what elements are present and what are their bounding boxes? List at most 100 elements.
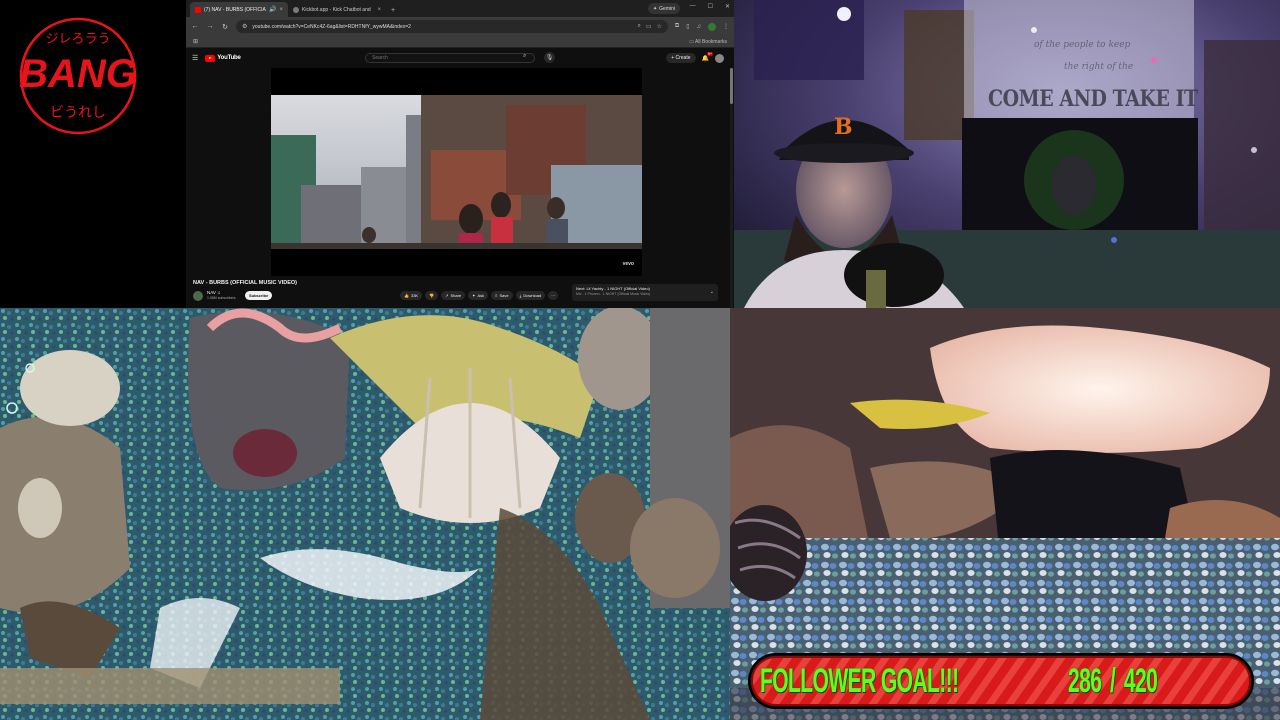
tab-youtube[interactable]: (7) NAV - BURBS (OFFICIAL 🔊 × [190,2,288,17]
notifications-bell-icon[interactable]: 🔔 9+ [702,51,713,62]
like-count: 33K [410,293,419,298]
follower-goal-widget: FOLLOWER GOAL!!! 286 / 420 [748,653,1254,709]
search-input[interactable]: Search [365,53,535,63]
download-label: Download [523,293,542,298]
back-icon[interactable]: ← [191,23,199,30]
sidepanel-icon[interactable]: ▯ [686,23,689,30]
vevo-watermark: vevo [622,261,634,267]
profile-avatar[interactable] [708,22,716,31]
youtube-logo-text: YouTube [217,55,241,61]
share-label: Share [450,293,462,298]
address-bar[interactable]: ⚙ youtube.com/watch?v=CeNKc4Z-6ag&list=R… [236,20,668,33]
logo-top-script: ジレろラう [45,32,110,47]
close-window-icon[interactable]: ✕ [725,3,730,10]
audio-icon[interactable]: 🔊 [269,6,276,13]
aquarium-scene-left [0,308,730,720]
youtube-favicon-icon [195,6,201,13]
tab-label: Kickbot.app - Kick Chatbot and [302,6,371,13]
new-tab-icon[interactable]: + [391,7,395,14]
gemini-button[interactable]: ✦ Gemini [647,3,680,14]
logo-panel: ジレろラう BANG ビうれし [0,0,186,308]
microphone-icon[interactable]: 🎙 [544,52,555,63]
search-icon[interactable]: ⌕ [523,53,526,60]
tab-bar: (7) NAV - BURBS (OFFICIAL 🔊 × Kickbot.ap… [186,0,734,17]
media-icon[interactable]: ♫ [697,24,702,30]
flag-script-line-2: the right of the [1064,62,1134,72]
gemini-icon: ✦ [652,5,658,12]
playlist-add-icon: ≡ [495,293,498,298]
scrollbar-thumb[interactable] [730,68,733,104]
navigation-bar: ← → ↻ ⚙ youtube.com/watch?v=CeNKc4Z-6ag&… [186,17,734,36]
folder-icon: ▭ [689,38,694,45]
next-video-title: Next: Lil Yachty - 1 NIGHT (Official Vid… [576,286,650,291]
channel-name[interactable]: NAV ♫ [207,290,221,295]
bookmark-star-icon[interactable]: ☆ [657,23,662,30]
tab-kickbot[interactable]: Kickbot.app - Kick Chatbot and × [288,2,386,17]
close-tab-icon[interactable]: × [279,7,283,13]
webcam-feed: B of the people to keep the right of the… [734,0,1280,308]
next-video-card[interactable]: Next: Lil Yachty - 1 NIGHT (Official Vid… [572,284,718,301]
sparkle-icon: ✦ [472,293,476,298]
youtube-header: ☰ YouTube Search ⌕ 🎙 + Create 🔔 9+ [186,48,734,68]
subscriber-count: 1.08M subscribers [207,296,236,300]
site-info-icon[interactable]: ⚙ [242,23,247,30]
hamburger-menu-icon[interactable]: ☰ [192,54,198,62]
zoom-icon[interactable]: ⌕ [637,23,640,30]
page-scrollbar[interactable] [730,68,733,308]
follower-current: 286 [1068,661,1102,700]
save-button[interactable]: ≡ Save [491,291,513,300]
create-button[interactable]: + Create [666,53,696,63]
follower-separator: / [1109,661,1116,700]
follower-goal-label: FOLLOWER GOAL!!! [760,661,959,700]
youtube-header-right: + Create 🔔 9+ [666,51,724,63]
like-button[interactable]: 👍 33K [400,291,423,300]
url-text: youtube.com/watch?v=CeNKc4Z-6ag&list=RDH… [252,23,411,30]
video-title: NAV - BURBS (OFFICIAL MUSIC VIDEO) [193,280,297,286]
thumbs-down-icon: 👎 [429,293,435,298]
apps-icon[interactable]: ⊞ [193,38,198,45]
video-player[interactable]: vevo [271,68,642,276]
account-avatar[interactable] [715,53,724,63]
maximize-icon[interactable]: ☐ [708,3,713,10]
reload-icon[interactable]: ↻ [221,23,229,31]
tab-label: (7) NAV - BURBS (OFFICIAL [204,6,266,13]
video-info: NAV - BURBS (OFFICIAL MUSIC VIDEO) NAV ♫… [186,278,734,308]
webcam-scene: B [734,0,1280,308]
search-placeholder: Search [372,55,388,61]
subscribe-button[interactable]: Subscribe [245,291,273,300]
ask-button[interactable]: ✦ Ask [468,291,489,300]
share-button[interactable]: ↗ Share [441,291,466,300]
extensions-icon[interactable]: ⧉ [675,23,679,30]
player-area: vevo [186,68,734,278]
bookmarks-bar: ⊞ ▭ All Bookmarks [186,36,734,48]
chevron-down-icon[interactable]: ⌄ [710,289,714,295]
follower-target: 420 [1123,661,1158,700]
browser-window: (7) NAV - BURBS (OFFICIAL 🔊 × Kickbot.ap… [186,0,734,308]
close-tab-icon[interactable]: × [377,7,381,13]
channel-avatar[interactable] [193,291,203,301]
menu-icon[interactable]: ⋮ [723,23,729,30]
ask-label: Ask [477,293,485,298]
logo-bottom-script: ビうれし [50,105,106,121]
video-actions: 👍 33K 👎 ↗ Share ✦ Ask ≡ Save ⤓ Download ··· [400,291,559,300]
download-button[interactable]: ⤓ Download [515,291,546,300]
svg-text:B: B [834,114,853,140]
next-video-subtitle: Mix - 1 Phunnn - 1 NIGHT (Official Music… [576,292,651,296]
youtube-play-icon [205,54,216,62]
bang-logo: ジレろラう BANG ビうれし [19,17,137,135]
follower-goal-count: 286 / 420 [1068,653,1158,709]
minimize-icon[interactable]: — [690,3,696,10]
cast-icon[interactable]: ▭ [646,23,652,30]
dislike-button[interactable]: 👎 [425,291,439,300]
window-controls: — ☐ ✕ [690,3,730,10]
more-actions-button[interactable]: ··· [548,291,559,300]
kick-favicon-icon [293,6,299,13]
download-icon: ⤓ [519,293,522,298]
notification-badge: 9+ [707,51,713,56]
forward-icon[interactable]: → [206,23,214,30]
all-bookmarks[interactable]: ▭ All Bookmarks [689,39,727,45]
all-bookmarks-label: All Bookmarks [695,38,727,45]
youtube-logo[interactable]: YouTube [205,54,241,62]
come-and-take-it-banner: COME AND TAKE IT [988,86,1198,112]
gemini-label: Gemini [659,5,675,12]
